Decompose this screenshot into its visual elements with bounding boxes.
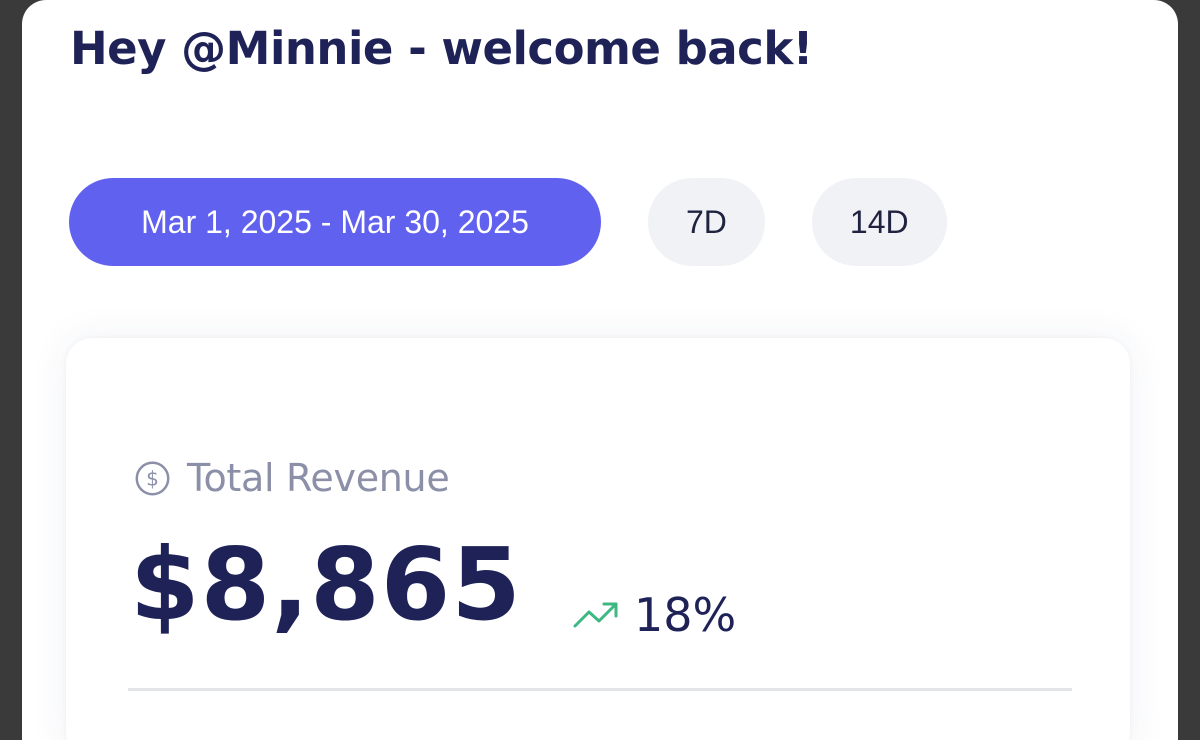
trend-indicator: 18% — [572, 588, 736, 642]
revenue-value: $8,865 — [130, 526, 522, 643]
metric-label-text: Total Revenue — [187, 456, 450, 500]
total-revenue-card: $ Total Revenue $8,865 18% — [66, 338, 1130, 740]
dollar-circle-icon: $ — [135, 461, 170, 495]
greeting-title: Hey @Minnie - welcome back! — [70, 22, 813, 75]
card-divider — [128, 688, 1072, 691]
trending-up-icon — [573, 602, 618, 628]
metric-label: $ Total Revenue — [134, 456, 450, 500]
trend-percent: 18% — [634, 588, 737, 642]
date-range-pill-7d[interactable]: 7D — [648, 178, 765, 266]
date-range-selector: Mar 1, 2025 - Mar 30, 2025 7D 14D — [69, 178, 947, 266]
svg-text:$: $ — [146, 466, 159, 490]
app-window: Hey @Minnie - welcome back! Mar 1, 2025 … — [22, 0, 1178, 740]
date-range-pill-14d[interactable]: 14D — [811, 178, 947, 266]
date-range-pill-custom[interactable]: Mar 1, 2025 - Mar 30, 2025 — [69, 178, 601, 266]
